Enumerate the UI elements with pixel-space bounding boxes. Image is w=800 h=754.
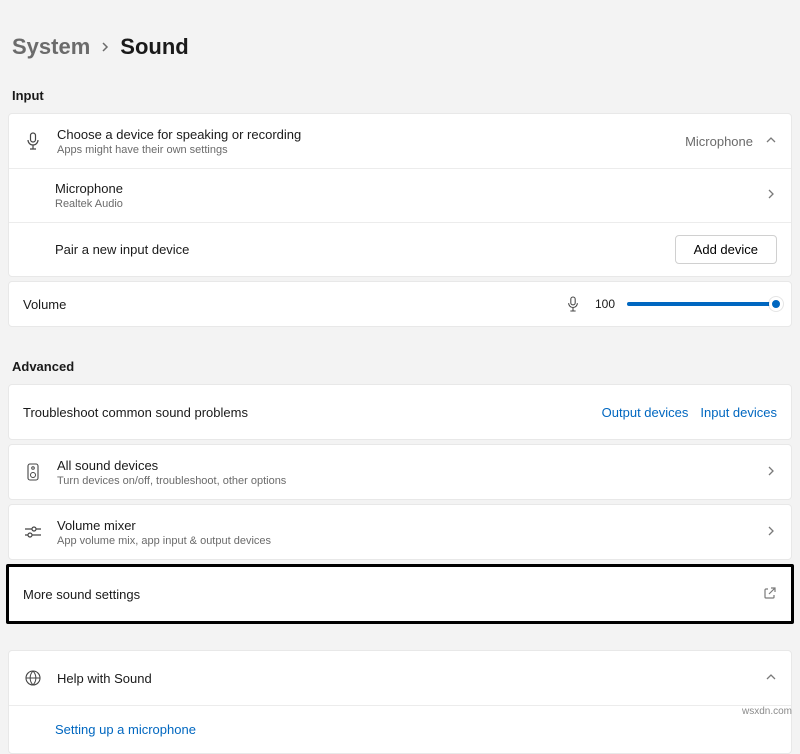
volume-label: Volume bbox=[23, 297, 66, 312]
input-card: Choose a device for speaking or recordin… bbox=[8, 113, 792, 277]
volume-slider[interactable] bbox=[627, 302, 777, 306]
chevron-right-icon bbox=[100, 39, 110, 55]
mixer-icon bbox=[23, 525, 43, 539]
speaker-device-icon bbox=[23, 463, 43, 481]
microphone-icon bbox=[23, 132, 43, 150]
chevron-right-icon bbox=[765, 188, 777, 203]
all-sound-devices-card[interactable]: All sound devices Turn devices on/off, t… bbox=[8, 444, 792, 500]
breadcrumb: System Sound bbox=[8, 26, 792, 68]
external-link-icon bbox=[763, 586, 777, 603]
troubleshoot-title: Troubleshoot common sound problems bbox=[23, 405, 588, 420]
more-sound-settings-card[interactable]: More sound settings bbox=[6, 564, 794, 624]
watermark: wsxdn.com bbox=[742, 706, 792, 717]
section-label-advanced: Advanced bbox=[8, 355, 792, 384]
help-with-sound-row[interactable]: Help with Sound bbox=[9, 651, 791, 705]
chevron-right-icon bbox=[765, 525, 777, 540]
breadcrumb-parent[interactable]: System bbox=[12, 34, 90, 60]
choose-device-title: Choose a device for speaking or recordin… bbox=[57, 127, 671, 142]
slider-thumb[interactable] bbox=[769, 297, 783, 311]
all-devices-subtitle: Turn devices on/off, troubleshoot, other… bbox=[57, 475, 751, 487]
mixer-subtitle: App volume mix, app input & output devic… bbox=[57, 535, 751, 547]
page-title: Sound bbox=[120, 34, 188, 60]
chevron-right-icon bbox=[765, 465, 777, 480]
choose-device-subtitle: Apps might have their own settings bbox=[57, 144, 671, 156]
chevron-up-icon bbox=[765, 671, 777, 686]
help-title: Help with Sound bbox=[57, 671, 751, 686]
volume-mixer-row[interactable]: Volume mixer App volume mix, app input &… bbox=[9, 505, 791, 559]
volume-mixer-card[interactable]: Volume mixer App volume mix, app input &… bbox=[8, 504, 792, 560]
add-device-button[interactable]: Add device bbox=[675, 235, 777, 264]
microphone-device-subtitle: Realtek Audio bbox=[55, 198, 751, 210]
microphone-icon[interactable] bbox=[563, 296, 583, 312]
input-volume-row: Volume 100 bbox=[9, 282, 791, 326]
troubleshoot-card: Troubleshoot common sound problems Outpu… bbox=[8, 384, 792, 440]
choose-input-device-row[interactable]: Choose a device for speaking or recordin… bbox=[9, 114, 791, 168]
all-sound-devices-row[interactable]: All sound devices Turn devices on/off, t… bbox=[9, 445, 791, 499]
chevron-up-icon bbox=[765, 134, 777, 149]
pair-input-device-row: Pair a new input device Add device bbox=[9, 222, 791, 276]
output-devices-link[interactable]: Output devices bbox=[602, 405, 689, 420]
microphone-device-row[interactable]: Microphone Realtek Audio bbox=[9, 168, 791, 222]
mixer-title: Volume mixer bbox=[57, 518, 751, 533]
section-label-input: Input bbox=[8, 84, 792, 113]
microphone-device-title: Microphone bbox=[55, 181, 751, 196]
choose-device-value: Microphone bbox=[685, 134, 753, 149]
more-settings-title: More sound settings bbox=[23, 587, 749, 602]
help-link-row: Setting up a microphone bbox=[9, 705, 791, 753]
globe-help-icon bbox=[23, 669, 43, 687]
volume-card: Volume 100 bbox=[8, 281, 792, 327]
help-card: Help with Sound Setting up a microphone bbox=[8, 650, 792, 754]
all-devices-title: All sound devices bbox=[57, 458, 751, 473]
more-sound-settings-row[interactable]: More sound settings bbox=[9, 567, 791, 621]
pair-device-title: Pair a new input device bbox=[55, 242, 661, 257]
input-devices-link[interactable]: Input devices bbox=[700, 405, 777, 420]
volume-value: 100 bbox=[595, 297, 615, 311]
setting-up-microphone-link[interactable]: Setting up a microphone bbox=[55, 722, 196, 737]
troubleshoot-row: Troubleshoot common sound problems Outpu… bbox=[9, 385, 791, 439]
